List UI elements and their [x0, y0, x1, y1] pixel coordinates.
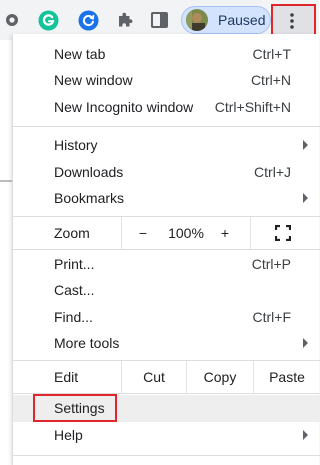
menu-item-label: Downloads — [54, 164, 124, 180]
refresh-extension-icon[interactable] — [78, 10, 99, 31]
divider — [121, 217, 122, 249]
submenu-arrow-icon — [303, 140, 308, 150]
menu-item-help[interactable]: Help — [13, 422, 320, 448]
menu-item-label: Cast... — [54, 282, 95, 298]
submenu-arrow-icon — [303, 430, 308, 440]
menu-item-shortcut: Ctrl+T — [252, 46, 292, 62]
paste-button[interactable]: Paste — [254, 361, 320, 393]
more-menu-button[interactable] — [271, 4, 316, 38]
menu-separator — [13, 126, 320, 127]
fullscreen-icon[interactable] — [275, 225, 291, 241]
menu-item-cast[interactable]: Cast... — [13, 277, 320, 303]
zoom-level: 100% — [168, 225, 204, 241]
extension-dot-icon[interactable] — [5, 13, 19, 27]
menu-item-new-tab[interactable]: New tab Ctrl+T — [13, 41, 320, 67]
grammarly-icon[interactable] — [38, 10, 59, 31]
settings-highlight-box — [33, 394, 117, 422]
zoom-label: Zoom — [54, 225, 90, 241]
edit-row: Edit Cut Copy Paste — [13, 361, 320, 393]
menu-separator — [13, 455, 320, 456]
menu-item-label: New window — [54, 72, 133, 88]
menu-separator — [13, 249, 320, 250]
menu-item-label: Bookmarks — [54, 190, 125, 206]
menu-item-history[interactable]: History — [13, 132, 320, 158]
menu-item-label: Print... — [54, 256, 95, 272]
menu-item-more-tools[interactable]: More tools — [13, 330, 320, 356]
chrome-menu: New tab Ctrl+T New window Ctrl+N New Inc… — [12, 34, 320, 465]
menu-item-shortcut: Ctrl+P — [251, 256, 291, 272]
menu-item-shortcut: Ctrl+F — [252, 309, 292, 325]
cut-button[interactable]: Cut — [122, 361, 186, 393]
zoom-out-button[interactable]: − — [135, 217, 151, 249]
menu-item-find[interactable]: Find... Ctrl+F — [13, 304, 320, 330]
profile-button[interactable]: Paused — [181, 6, 271, 34]
menu-item-shortcut: Ctrl+N — [250, 72, 291, 88]
more-menu-icon — [290, 13, 294, 29]
profile-status: Paused — [218, 12, 266, 28]
avatar — [186, 9, 208, 31]
submenu-arrow-icon — [303, 193, 308, 203]
edit-label: Edit — [54, 369, 79, 385]
menu-item-label: More tools — [54, 335, 120, 351]
menu-item-label: New tab — [54, 46, 106, 62]
menu-item-label: Find... — [54, 309, 93, 325]
menu-item-bookmarks[interactable]: Bookmarks — [13, 185, 320, 211]
divider — [250, 217, 251, 249]
menu-item-shortcut: Ctrl+Shift+N — [214, 99, 291, 115]
menu-item-print[interactable]: Print... Ctrl+P — [13, 251, 320, 277]
zoom-in-button[interactable]: + — [217, 217, 233, 249]
menu-item-new-incognito-window[interactable]: New Incognito window Ctrl+Shift+N — [13, 94, 320, 120]
menu-item-label: New Incognito window — [54, 99, 194, 115]
side-panel-icon[interactable] — [151, 12, 168, 28]
menu-item-label: Help — [54, 427, 83, 443]
menu-item-downloads[interactable]: Downloads Ctrl+J — [13, 159, 320, 185]
menu-item-shortcut: Ctrl+J — [254, 164, 291, 180]
puzzle-icon[interactable] — [117, 11, 134, 28]
menu-item-new-window[interactable]: New window Ctrl+N — [13, 67, 320, 93]
copy-button[interactable]: Copy — [187, 361, 253, 393]
menu-item-label: History — [54, 137, 98, 153]
submenu-arrow-icon — [303, 338, 308, 348]
zoom-row: Zoom − 100% + — [13, 217, 320, 249]
